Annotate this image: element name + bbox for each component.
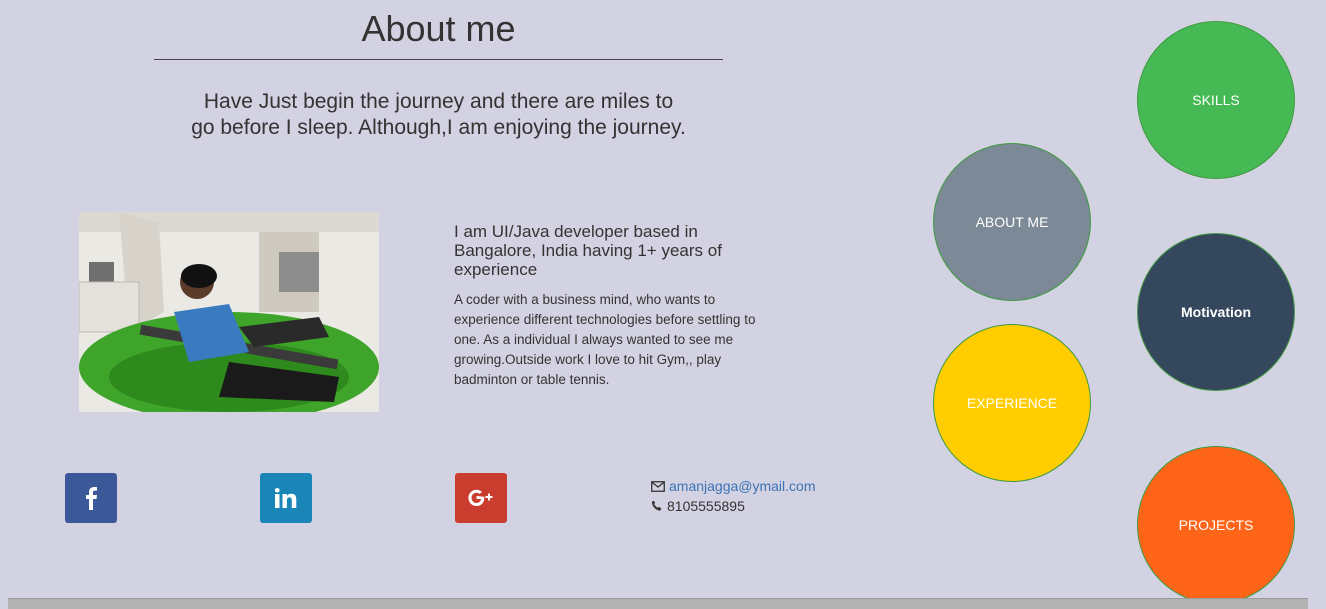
facebook-button[interactable] <box>65 473 117 523</box>
nav-circle-experience[interactable]: EXPERIENCE <box>933 324 1091 482</box>
nav-label-about-me: ABOUT ME <box>975 214 1049 230</box>
page-title: About me <box>361 8 516 49</box>
nav-circle-skills[interactable]: SKILLS <box>1137 21 1295 179</box>
nav-circle-projects[interactable]: PROJECTS <box>1137 446 1295 604</box>
title-divider <box>154 59 723 60</box>
linkedin-button[interactable] <box>260 473 312 523</box>
nav-label-motivation: Motivation <box>1181 304 1251 320</box>
profile-description: A coder with a business mind, who wants … <box>454 292 756 387</box>
phone-row: 8105555895 <box>651 496 816 516</box>
email-row: amanjagga@ymail.com <box>651 476 816 496</box>
tagline-line-2: go before I sleep. Although,I am enjoyin… <box>191 116 686 139</box>
profile-photo-illustration <box>79 212 379 412</box>
horizontal-scrollbar[interactable] <box>8 598 1308 609</box>
profile-intro: I am UI/Java developer based in Bangalor… <box>454 222 722 279</box>
contact-info: amanjagga@ymail.com 8105555895 <box>651 476 816 516</box>
tagline: Have Just begin the journey and there ar… <box>150 89 727 141</box>
phone-number: 8105555895 <box>667 498 745 514</box>
nav-circle-motivation[interactable]: Motivation <box>1137 233 1295 391</box>
nav-label-experience: EXPERIENCE <box>966 395 1058 411</box>
nav-label-projects: PROJECTS <box>1178 517 1254 533</box>
envelope-icon <box>651 480 665 492</box>
linkedin-icon <box>275 488 297 508</box>
nav-circle-about-me[interactable]: ABOUT ME <box>933 143 1091 301</box>
nav-label-skills: SKILLS <box>1192 92 1240 108</box>
email-link[interactable]: amanjagga@ymail.com <box>669 476 816 496</box>
profile-photo <box>79 212 379 412</box>
facebook-icon <box>86 487 97 510</box>
phone-icon <box>651 500 662 511</box>
tagline-line-1: Have Just begin the journey and there ar… <box>203 90 674 113</box>
google-plus-button[interactable] <box>455 473 507 523</box>
google-plus-icon <box>468 489 493 506</box>
